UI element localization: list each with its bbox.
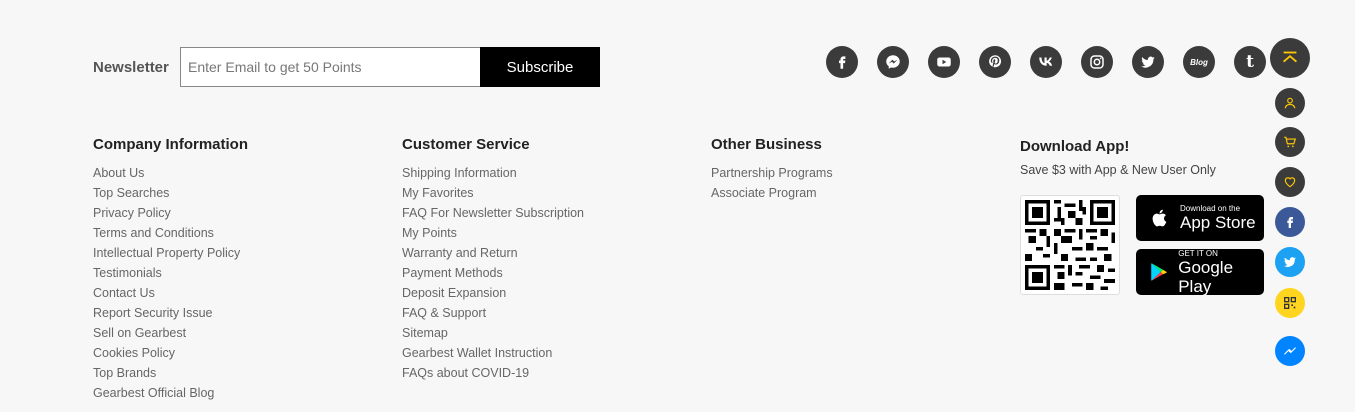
tumblr-icon-label: t <box>1246 52 1254 72</box>
youtube-icon[interactable] <box>928 46 960 78</box>
cart-icon <box>1284 136 1297 148</box>
company-information-section: Company Information About Us Top Searche… <box>93 135 248 403</box>
messenger-button[interactable] <box>1275 336 1305 366</box>
footer-link[interactable]: Warranty and Return <box>402 243 584 263</box>
footer-link[interactable]: Sell on Gearbest <box>93 323 248 343</box>
other-business-section: Other Business Partnership Programs Asso… <box>711 135 833 203</box>
customer-service-title: Customer Service <box>402 136 530 153</box>
footer-link[interactable]: My Favorites <box>402 183 584 203</box>
footer-link[interactable]: Cookies Policy <box>93 343 248 363</box>
vk-icon[interactable] <box>1030 46 1062 78</box>
qr-code-button[interactable] <box>1275 288 1305 318</box>
other-business-links: Partnership Programs Associate Program <box>711 163 833 203</box>
customer-service-section: Customer Service Shipping Information My… <box>402 135 584 383</box>
google-play-text: GET IT ON Google Play <box>1178 249 1264 296</box>
download-app-title: Download App! <box>1020 138 1130 155</box>
twitter-icon <box>1284 257 1296 267</box>
messenger-icon <box>1284 347 1296 355</box>
google-play-small-label: GET IT ON <box>1178 248 1218 258</box>
footer-link[interactable]: Gearbest Official Blog <box>93 383 248 403</box>
messenger-icon[interactable] <box>877 46 909 78</box>
app-store-big-label: App Store <box>1180 213 1256 232</box>
newsletter-label: Newsletter <box>93 58 169 76</box>
blog-icon[interactable]: Blog <box>1183 46 1215 78</box>
footer-link[interactable]: FAQs about COVID-19 <box>402 363 584 383</box>
footer-link[interactable]: Shipping Information <box>402 163 584 183</box>
app-store-text: Download on the App Store <box>1180 204 1256 232</box>
newsletter-email-input[interactable] <box>180 47 480 87</box>
favorites-button[interactable] <box>1275 167 1305 197</box>
qr-code <box>1020 195 1120 295</box>
footer-link[interactable]: FAQ & Support <box>402 303 584 323</box>
download-app-section: Download App! Save $3 with App & New Use… <box>1020 137 1264 296</box>
footer-link[interactable]: Deposit Expansion <box>402 283 584 303</box>
footer-link[interactable]: Testimonials <box>93 263 248 283</box>
app-store-button[interactable]: Download on the App Store <box>1136 195 1264 241</box>
customer-service-links: Shipping Information My Favorites FAQ Fo… <box>402 163 584 383</box>
facebook-icon <box>1287 217 1293 228</box>
facebook-icon[interactable] <box>826 46 858 78</box>
other-business-title: Other Business <box>711 136 822 153</box>
google-play-big-label: Google Play <box>1178 257 1234 296</box>
back-to-top-button[interactable] <box>1270 38 1310 78</box>
footer-link[interactable]: FAQ For Newsletter Subscription <box>402 203 584 223</box>
social-links: Blog t <box>826 46 1285 78</box>
company-information-title: Company Information <box>93 136 249 153</box>
app-store-small-label: Download on the <box>1180 204 1241 213</box>
google-play-button[interactable]: GET IT ON Google Play <box>1136 249 1264 296</box>
footer-link[interactable]: About Us <box>93 163 248 183</box>
user-icon <box>1284 97 1296 109</box>
twitter-share-button[interactable] <box>1275 247 1305 277</box>
tumblr-icon[interactable]: t <box>1234 46 1266 78</box>
heart-icon <box>1284 177 1296 188</box>
twitter-icon[interactable] <box>1132 46 1164 78</box>
footer-link[interactable]: Privacy Policy <box>93 203 248 223</box>
pinterest-icon[interactable] <box>979 46 1011 78</box>
facebook-share-button[interactable] <box>1275 207 1305 237</box>
instagram-icon[interactable] <box>1081 46 1113 78</box>
footer-link[interactable]: Intellectual Property Policy <box>93 243 248 263</box>
footer-link[interactable]: Gearbest Wallet Instruction <box>402 343 584 363</box>
google-play-icon <box>1148 260 1170 284</box>
footer-link[interactable]: Top Brands <box>93 363 248 383</box>
footer-link[interactable]: Terms and Conditions <box>93 223 248 243</box>
footer-link[interactable]: Top Searches <box>93 183 248 203</box>
footer-link[interactable]: Partnership Programs <box>711 163 833 183</box>
account-button[interactable] <box>1275 88 1305 118</box>
blog-icon-label: Blog <box>1190 57 1208 67</box>
cart-button[interactable] <box>1275 127 1305 157</box>
footer-link[interactable]: My Points <box>402 223 584 243</box>
chevron-up-icon <box>1282 51 1298 63</box>
company-links: About Us Top Searches Privacy Policy Ter… <box>93 163 248 403</box>
footer-link[interactable]: Report Security Issue <box>93 303 248 323</box>
subscribe-button[interactable]: Subscribe <box>480 47 600 87</box>
qr-code-icon <box>1284 297 1296 309</box>
apple-icon <box>1148 206 1172 230</box>
footer-link[interactable]: Associate Program <box>711 183 833 203</box>
footer-link[interactable]: Sitemap <box>402 323 584 343</box>
newsletter-form: Newsletter Subscribe <box>93 47 600 87</box>
footer-link[interactable]: Contact Us <box>93 283 248 303</box>
download-app-subtitle: Save $3 with App & New User Only <box>1020 163 1216 177</box>
footer-link[interactable]: Payment Methods <box>402 263 584 283</box>
